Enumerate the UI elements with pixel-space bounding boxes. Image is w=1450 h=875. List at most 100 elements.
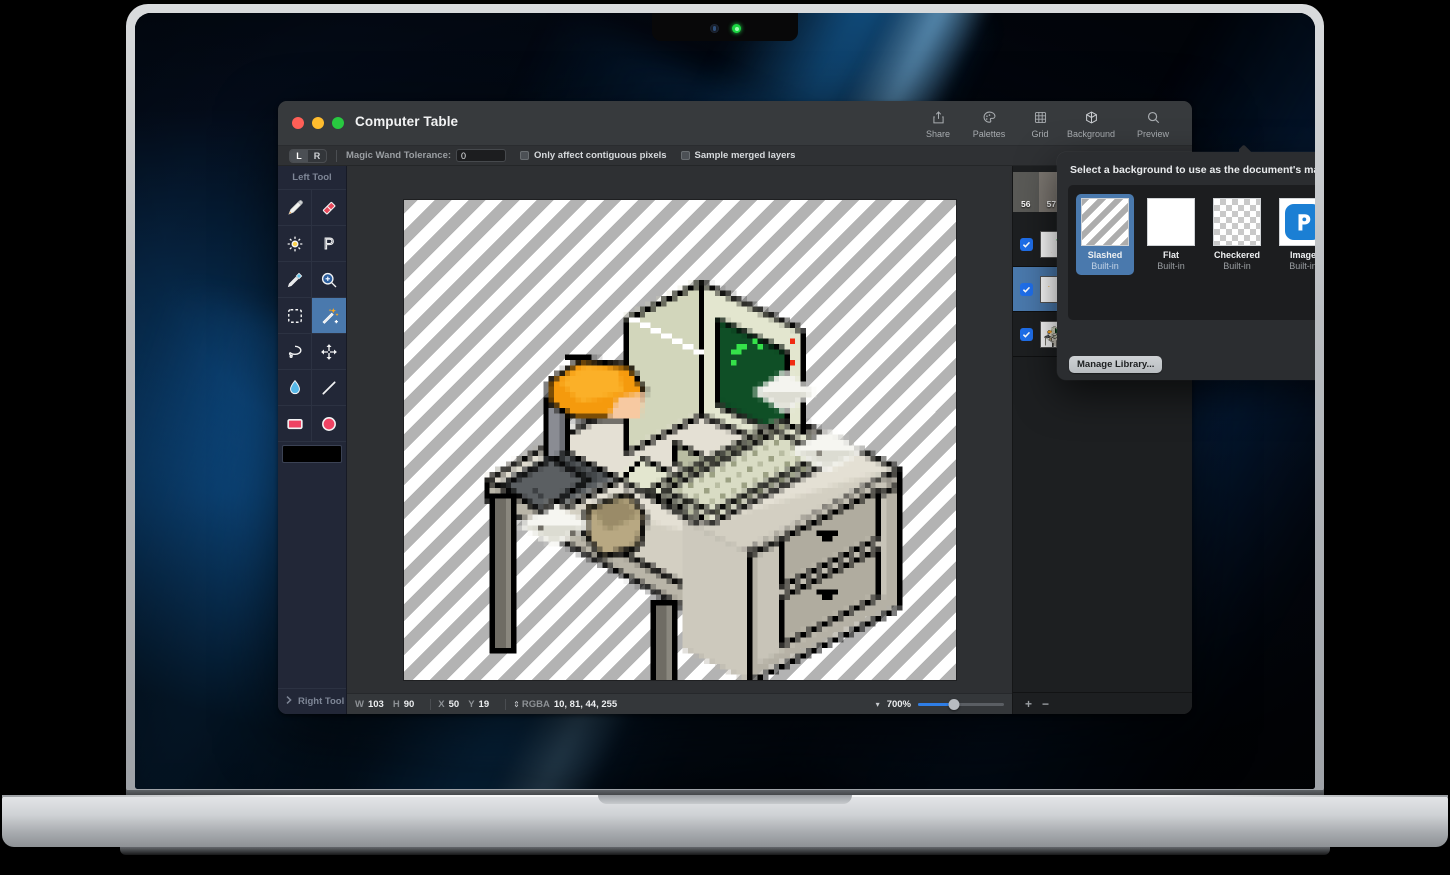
contiguous-label: Only affect contiguous pixels [534,150,667,161]
merged-checkbox[interactable] [680,151,690,160]
toolbar-buttons: Share Palettes Grid Background Preview [918,105,1184,143]
left-tool-rail: Left Tool P Right Tool [278,166,347,714]
layer-visibility-checkbox[interactable] [1020,237,1033,251]
tolerance-input[interactable]: 0 [456,149,507,162]
screenshot-root: Computer Table Share Palettes Grid Backg… [0,0,1450,875]
background-options-well[interactable]: Slashed Built-in Flat Built-in Checkered Buil… [1068,185,1315,320]
rectangle-icon [285,414,305,434]
height-value: 90 [403,698,415,710]
merged-checkbox-row[interactable]: Sample merged layers [680,150,795,161]
canvas-area[interactable]: W 103 H 90 X 50 Y 19 ⇕ RGBA 10, 81, 44, … [347,166,1012,714]
minimize-button[interactable] [312,117,324,129]
laptop-base-notch [598,795,852,804]
palettes-button[interactable]: Palettes [958,105,1020,143]
divider [336,149,337,162]
background-option-subtitle: Built-in [1091,261,1119,271]
background-option-checkered[interactable]: Checkered Built-in [1208,194,1266,275]
pattern-tool[interactable]: P [312,226,346,262]
line-icon [319,378,339,398]
rectangle-tool[interactable] [278,406,312,442]
image-thumbnail [1279,198,1315,246]
grid-icon [1033,109,1048,126]
divider [505,698,507,710]
circle-icon [319,414,339,434]
letter-p-icon: P [319,234,339,254]
grid-button[interactable]: Grid [1020,105,1060,143]
color-value: 10, 81, 44, 255 [553,698,618,710]
cube-icon [1084,109,1099,126]
background-option-name: Flat [1162,250,1179,260]
preview-label: Preview [1136,129,1169,139]
chevron-down-icon[interactable]: ▾ [876,700,880,709]
close-button[interactable] [292,117,304,129]
preview-button[interactable]: Preview [1122,105,1184,143]
palette-swatch-index: 57 [1046,199,1057,209]
fill-tool[interactable] [278,370,312,406]
width-value: 103 [367,698,384,710]
current-color-swatch[interactable] [282,445,342,463]
share-icon [931,109,946,126]
status-bar: W 103 H 90 X 50 Y 19 ⇕ RGBA 10, 81, 44, … [347,693,1012,714]
background-button[interactable]: Background [1060,105,1122,143]
background-option-image[interactable]: Image Built-in [1274,194,1315,275]
share-button[interactable]: Share [918,105,958,143]
zoom-button[interactable] [332,117,344,129]
pencil-tool[interactable] [278,190,312,226]
eyedropper-tool[interactable] [278,262,312,298]
manage-library-button[interactable]: Manage Library... [1069,355,1163,373]
layer-visibility-checkbox[interactable] [1020,327,1033,341]
palette-swatch[interactable]: 56 [1013,172,1039,212]
traffic-lights [292,117,344,129]
background-option-subtitle: Built-in [1223,261,1251,271]
contiguous-checkbox-row[interactable]: Only affect contiguous pixels [520,150,667,161]
zoom-slider[interactable] [918,698,1004,710]
popover-title: Select a background to use as the docume… [1070,164,1315,176]
zoom-slider-knob[interactable] [948,698,960,710]
left-tool-header: Left Tool [278,166,346,190]
add-layer-button[interactable]: + [1025,698,1032,710]
eyedropper-icon [285,270,305,290]
line-tool[interactable] [312,370,346,406]
move-tool[interactable] [312,334,346,370]
magic-wand-tool[interactable] [312,298,346,334]
document-canvas[interactable] [403,200,956,680]
checkered-thumbnail [1213,198,1261,246]
window-title: Computer Table [355,114,459,129]
display-notch [652,13,798,41]
lasso-tool[interactable] [278,334,312,370]
updown-icon[interactable]: ⇕ [513,700,520,709]
right-tool-section[interactable]: Right Tool [278,688,346,714]
dither-tool[interactable] [278,226,312,262]
segment-r[interactable]: R [308,150,326,162]
background-option-name: Slashed [1087,250,1123,260]
zoom-controls[interactable]: ▾ 700% [876,698,1004,710]
segment-l[interactable]: L [290,149,308,162]
slashed-thumbnail [1081,198,1129,246]
magnifier-plus-icon [319,270,339,290]
color-mode-key[interactable]: RGBA [522,699,550,710]
grid-label: Grid [1031,129,1049,139]
chevron-right-icon [285,695,293,708]
search-icon [1146,109,1161,126]
background-option-flat[interactable]: Flat Built-in [1142,194,1200,275]
pixel-artwork[interactable] [403,200,956,680]
laptop-screen-bezel: Computer Table Share Palettes Grid Backg… [135,13,1315,789]
eraser-tool[interactable] [312,190,346,226]
y-key: Y [468,698,475,710]
flat-thumbnail [1147,198,1195,246]
ellipse-tool[interactable] [312,406,346,442]
laptop-base [2,795,1448,847]
layer-panel-footer: + − [1013,692,1192,714]
camera-icon [710,24,719,33]
tool-options-bar: L R Magic Wand Tolerance: 0 Only affect … [278,146,1192,166]
zoom-tool[interactable] [312,262,346,298]
background-option-slashed[interactable]: Slashed Built-in [1076,194,1134,275]
rect-select-tool[interactable] [278,298,312,334]
contiguous-checkbox[interactable] [520,151,530,160]
lasso-icon [285,342,305,362]
svg-text:P: P [324,236,334,253]
remove-layer-button[interactable]: − [1042,698,1049,710]
left-right-segmented-control[interactable]: L R [289,148,327,163]
layer-visibility-checkbox[interactable] [1020,282,1033,296]
tool-grid: P [278,190,346,442]
